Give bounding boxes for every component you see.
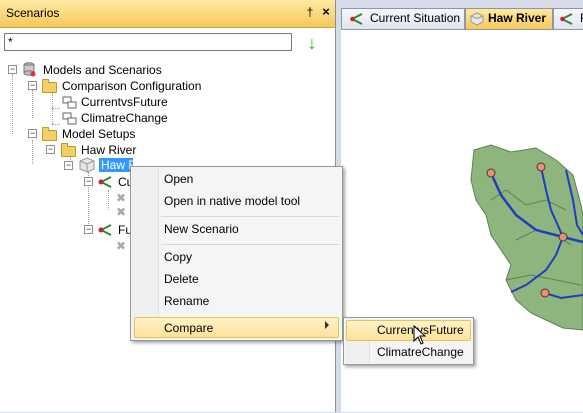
tree-line: [52, 92, 53, 124]
tree-node-climatrechange[interactable]: ClimatreChange: [81, 111, 168, 125]
model-cube-icon: [79, 157, 95, 173]
close-icon[interactable]: ×: [319, 4, 333, 20]
folder-icon: [42, 127, 57, 141]
submenu-arrow-icon: [325, 321, 329, 329]
tree-line: [52, 108, 60, 109]
submenu-item-climatrechange[interactable]: ClimatreChange: [377, 345, 464, 359]
tree-node-haw-river-folder[interactable]: Haw River: [81, 143, 136, 157]
menu-item-copy[interactable]: Copy: [164, 250, 192, 264]
compare-submenu: CurrentvsFuture ClimatreChange: [343, 317, 474, 365]
tree-line: [32, 140, 33, 164]
folder-icon: [61, 143, 76, 157]
scenario-branch-icon: [560, 12, 574, 26]
comparison-icon: [62, 96, 78, 110]
collapse-root-expander[interactable]: −: [8, 65, 17, 74]
model-cube-icon: [470, 12, 484, 26]
collapse-model-setups-expander[interactable]: −: [28, 129, 37, 138]
tool-icon: ✖: [116, 191, 127, 205]
collapse-haw-river-expander[interactable]: −: [46, 145, 55, 154]
collapse-scenario-expander[interactable]: −: [84, 225, 93, 234]
tree-line: [52, 124, 60, 125]
menu-item-delete[interactable]: Delete: [164, 272, 199, 286]
tab-current-situation[interactable]: Current Situation: [341, 8, 465, 29]
tab-label: Haw River: [488, 11, 547, 25]
search-input[interactable]: [4, 33, 292, 51]
menu-item-open-native[interactable]: Open in native model tool: [164, 194, 300, 208]
filter-down-arrow-icon[interactable]: ↓: [303, 33, 321, 53]
menu-item-new-scenario[interactable]: New Scenario: [164, 222, 239, 236]
tree-node-currentvsfuture[interactable]: CurrentvsFuture: [81, 95, 168, 109]
menu-item-open[interactable]: Open: [164, 172, 193, 186]
tree-line: [32, 90, 33, 118]
document-tab-strip: Current Situation Haw River F: [337, 8, 583, 29]
tab-haw-river[interactable]: Haw River: [465, 8, 553, 29]
context-menu: Open Open in native model tool New Scena…: [130, 166, 343, 341]
collapse-model-expander[interactable]: −: [64, 161, 73, 170]
tree-line: [108, 190, 109, 210]
tab-third[interactable]: F: [553, 8, 583, 29]
tree-node-models-and-scenarios[interactable]: Models and Scenarios: [43, 63, 162, 77]
scenario-branch-icon: [350, 12, 364, 26]
mouse-cursor-icon: [413, 324, 427, 345]
menu-icon-gutter: [132, 168, 159, 339]
panel-title: Scenarios: [6, 6, 60, 20]
tree-line: [12, 74, 13, 134]
panel-header: Scenarios † ×: [0, 0, 335, 28]
tool-icon: ✖: [116, 205, 127, 219]
scenario-branch-icon: [98, 222, 114, 238]
tree-node-comparison-configuration[interactable]: Comparison Configuration: [62, 79, 201, 93]
folder-icon: [42, 79, 57, 93]
tab-label: Current Situation: [370, 11, 461, 25]
menu-item-rename[interactable]: Rename: [164, 294, 209, 308]
tool-icon: ✖: [116, 239, 127, 253]
menu-separator: [161, 216, 339, 217]
database-icon: [22, 62, 36, 77]
tree-node-model-setups[interactable]: Model Setups: [62, 127, 135, 141]
scenario-branch-icon: [98, 174, 114, 190]
menu-separator: [161, 244, 339, 245]
menu-item-compare[interactable]: Compare: [164, 321, 213, 335]
tree-node-haw-river-model-selected[interactable]: Haw River: [99, 158, 133, 172]
pin-icon[interactable]: †: [303, 4, 317, 20]
collapse-comparison-expander[interactable]: −: [28, 81, 37, 90]
collapse-scenario-expander[interactable]: −: [84, 177, 93, 186]
comparison-icon: [62, 112, 78, 126]
